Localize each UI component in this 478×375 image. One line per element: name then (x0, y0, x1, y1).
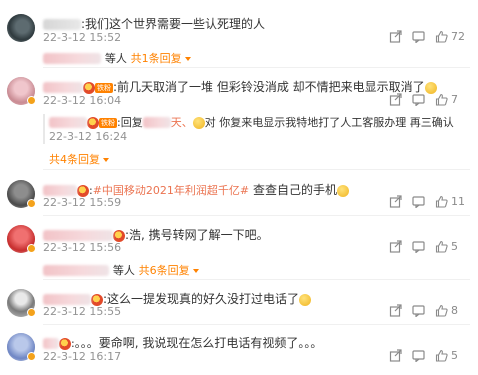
like-icon[interactable] (435, 304, 448, 317)
comment-time: 22-3-12 16:04 (43, 94, 122, 107)
comment-text: 。。。要命啊, 我说现在怎么打电话有视频了。。。 (74, 336, 323, 350)
comment-actions: 8 (389, 304, 458, 317)
share-icon[interactable] (389, 240, 402, 253)
share-icon[interactable] (389, 349, 402, 362)
verified-badge-icon (27, 308, 36, 317)
share-icon[interactable] (389, 195, 402, 208)
fan-badge: 铁粉 (99, 117, 117, 128)
like-count: 72 (451, 30, 465, 43)
emoji-icon (299, 293, 312, 306)
username-blurred[interactable] (43, 230, 113, 241)
share-icon[interactable] (389, 30, 402, 43)
mention-blurred[interactable] (142, 117, 171, 128)
verified-badge-icon (27, 244, 36, 253)
comment-text: :浩, 携号转网了解一下吧。 (125, 228, 269, 242)
chevron-down-icon (103, 157, 109, 162)
like-count: 7 (451, 93, 458, 106)
chevron-down-icon (184, 56, 191, 61)
chevron-down-icon (192, 268, 199, 273)
comment-time: 22-3-12 15:56 (43, 241, 122, 254)
like-count: 11 (451, 195, 465, 208)
username-blurred[interactable] (43, 19, 81, 30)
share-icon[interactable] (389, 304, 402, 317)
replies-tail: 等人 (112, 264, 135, 277)
comment-icon[interactable] (412, 30, 425, 43)
comment-text: :前几天取消了一堆 但彩铃没消成 却不情把来电显示取消了 (113, 80, 425, 94)
weibo-badge-icon (59, 337, 71, 350)
comment-icon[interactable] (412, 93, 425, 106)
comment-time: 22-3-12 15:55 (43, 305, 122, 318)
mention-link[interactable]: 天、 (171, 116, 193, 129)
comment-actions: 5 (389, 349, 458, 362)
avatar[interactable] (7, 14, 35, 42)
like-count: 5 (451, 240, 458, 253)
like-icon[interactable] (435, 30, 448, 43)
comment-time: 22-3-12 15:59 (43, 196, 122, 209)
replies-summary: 共4条回复 (49, 151, 109, 167)
like-icon[interactable] (435, 240, 448, 253)
like-count: 5 (451, 349, 458, 362)
emoji-icon (336, 184, 349, 197)
replies-summary: 等人 共6条回复 (43, 262, 199, 278)
weibo-badge-icon (91, 293, 103, 306)
comment-icon[interactable] (412, 304, 425, 317)
emoji-icon (192, 116, 205, 129)
reply-indent-bar (43, 114, 45, 144)
comment-text-row: 铁粉:前几天取消了一堆 但彩铃没消成 却不情把来电显示取消了 (43, 78, 437, 95)
weibo-badge-icon (77, 184, 89, 197)
replies-tail: 等人 (104, 52, 127, 65)
comment-actions: 7 (389, 93, 458, 106)
reply-time: 22-3-12 16:24 (49, 130, 128, 143)
share-icon[interactable] (389, 93, 402, 106)
verified-badge-icon (27, 352, 36, 361)
divider (43, 169, 470, 170)
username-blurred[interactable] (43, 294, 91, 305)
reply-text-row: 铁粉:回复 天、对 你复来电显示我特地打了人工客服办理 再三确认 (49, 114, 454, 130)
weibo-badge-icon (87, 116, 99, 129)
username-blurred[interactable] (43, 338, 59, 349)
view-replies-link[interactable]: 共4条回复 (49, 153, 100, 166)
comment-text-row: :。。。要命啊, 我说现在怎么打电话有视频了。。。 (43, 334, 322, 351)
divider (43, 279, 470, 280)
comment-actions: 5 (389, 240, 458, 253)
like-count: 8 (451, 304, 458, 317)
comment-text-row: :我们这个世界需要一些认死理的人 (43, 15, 265, 32)
username-blurred[interactable] (43, 82, 83, 93)
weibo-badge-icon (113, 229, 125, 242)
reply-text: 对 你复来电显示我特地打了人工客服办理 再三确认 (204, 116, 454, 129)
view-replies-link[interactable]: 共6条回复 (139, 264, 190, 277)
reply-users-blurred[interactable] (43, 53, 101, 64)
verified-badge-icon (27, 96, 36, 105)
fan-badge: 铁粉 (95, 82, 113, 93)
comment-text: 查查自己的手机 (249, 183, 337, 197)
comment-text: :我们这个世界需要一些认死理的人 (81, 17, 266, 31)
comment-actions: 11 (389, 195, 465, 208)
verified-badge-icon (27, 199, 36, 208)
comment-icon[interactable] (412, 349, 425, 362)
username-blurred[interactable] (43, 185, 77, 196)
replies-summary: 等人 共1条回复 (43, 50, 191, 66)
divider (43, 215, 470, 216)
comment-icon[interactable] (412, 195, 425, 208)
like-icon[interactable] (435, 195, 448, 208)
comment-actions: 72 (389, 30, 465, 43)
like-icon[interactable] (435, 93, 448, 106)
divider (43, 67, 470, 68)
comment-text: :这么一提发现真的好久没打过电话了 (103, 292, 300, 306)
comment-time: 22-3-12 16:17 (43, 350, 122, 363)
divider (43, 324, 470, 325)
emoji-icon (424, 81, 437, 94)
weibo-badge-icon (83, 81, 95, 94)
view-replies-link[interactable]: 共1条回复 (131, 52, 182, 65)
like-icon[interactable] (435, 349, 448, 362)
reply-prefix: :回复 (117, 116, 143, 129)
comment-icon[interactable] (412, 240, 425, 253)
username-blurred[interactable] (49, 117, 87, 128)
comment-time: 22-3-12 15:52 (43, 31, 122, 44)
reply-users-blurred[interactable] (43, 265, 109, 276)
